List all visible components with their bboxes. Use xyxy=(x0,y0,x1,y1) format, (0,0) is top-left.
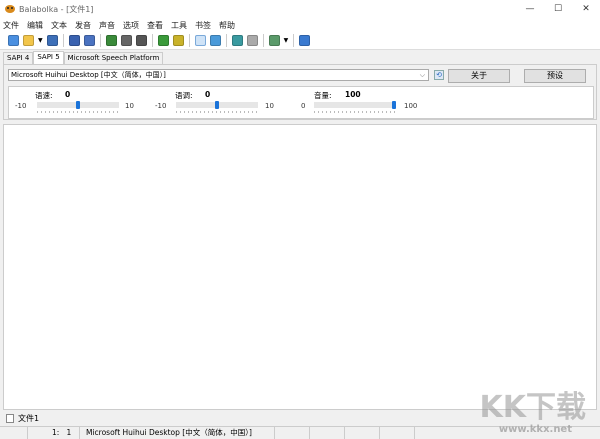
split-icon[interactable] xyxy=(231,35,243,46)
status-voice: Microsoft Huihui Desktop [中文（简体，中国）] xyxy=(80,426,275,439)
title-bar: Balabolka - [文件1] — ☐ ✕ xyxy=(0,0,600,18)
menu-help[interactable]: 帮助 xyxy=(219,20,235,31)
open-icon[interactable] xyxy=(23,35,34,46)
status-cell xyxy=(310,426,345,439)
tab-sapi4[interactable]: SAPI 4 xyxy=(3,52,34,64)
separator xyxy=(151,34,153,47)
status-cell xyxy=(0,426,28,439)
chevron-down-icon: ⌵ xyxy=(419,71,425,79)
cursor-position: 1: 1 xyxy=(28,426,80,439)
app-icon xyxy=(5,5,15,13)
pitch-ticks xyxy=(176,111,258,113)
volume-ticks xyxy=(314,111,396,113)
separator xyxy=(188,34,190,47)
voice-select[interactable]: Microsoft Huihui Desktop [中文（简体，中国）] ⌵ xyxy=(8,69,429,81)
pitch-value: 0 xyxy=(205,90,211,99)
document-tab[interactable]: 文件1 xyxy=(18,413,39,424)
rate-label: 语速: xyxy=(35,91,53,100)
text-view-icon[interactable] xyxy=(194,35,206,46)
status-cell xyxy=(380,426,415,439)
volume-value: 100 xyxy=(345,90,361,99)
close-button[interactable]: ✕ xyxy=(572,0,600,18)
presets-button[interactable]: 预设 xyxy=(524,69,586,83)
pitch-max: 10 xyxy=(265,102,274,110)
read-file-icon[interactable] xyxy=(83,35,95,46)
convert-alt-icon[interactable] xyxy=(172,35,184,46)
pitch-label: 语调: xyxy=(175,91,193,100)
rate-value: 0 xyxy=(65,90,71,99)
menu-file[interactable]: 文件 xyxy=(3,20,19,31)
separator xyxy=(293,34,295,47)
volume-slider[interactable] xyxy=(314,101,396,109)
sliders-panel: 语速: 0 -10 10 语调: 0 -10 10 音量: 100 0 100 xyxy=(8,86,594,119)
rate-slider-thumb[interactable] xyxy=(76,101,80,109)
menu-voice[interactable]: 声音 xyxy=(99,20,115,31)
refresh-icon[interactable]: ⟲ xyxy=(434,70,444,80)
menu-view[interactable]: 查看 xyxy=(147,20,163,31)
text-editor[interactable] xyxy=(3,124,597,410)
open-dropdown-icon[interactable]: ▼ xyxy=(38,37,43,44)
rate-ticks xyxy=(37,111,119,113)
stop-icon[interactable] xyxy=(135,35,147,46)
menu-options[interactable]: 选项 xyxy=(123,20,139,31)
menu-edit[interactable]: 编辑 xyxy=(27,20,43,31)
read-clipboard-icon[interactable] xyxy=(68,35,80,46)
status-cell xyxy=(345,426,380,439)
voice-icon[interactable] xyxy=(268,35,280,46)
rate-max: 10 xyxy=(125,102,134,110)
book-icon[interactable] xyxy=(209,35,221,46)
volume-min: 0 xyxy=(301,102,306,110)
separator xyxy=(262,34,264,47)
pitch-slider-thumb[interactable] xyxy=(215,101,219,109)
new-icon[interactable] xyxy=(8,35,19,46)
about-button[interactable]: 关于 xyxy=(448,69,510,83)
maximize-button[interactable]: ☐ xyxy=(544,0,572,18)
separator xyxy=(225,34,227,47)
menu-bookmarks[interactable]: 书签 xyxy=(195,20,211,31)
rate-slider[interactable] xyxy=(37,101,119,109)
voice-select-value: Microsoft Huihui Desktop [中文（简体，中国）] xyxy=(11,71,166,79)
voice-panel: Microsoft Huihui Desktop [中文（简体，中国）] ⌵ ⟲ … xyxy=(3,64,597,120)
tab-sapi5[interactable]: SAPI 5 xyxy=(33,51,64,64)
save-icon[interactable] xyxy=(46,35,58,46)
toolbar: ▼ ▼ xyxy=(0,32,600,50)
menu-pronunciation[interactable]: 发音 xyxy=(75,20,91,31)
volume-label: 音量: xyxy=(314,91,332,100)
document-icon xyxy=(6,414,14,423)
menu-text[interactable]: 文本 xyxy=(51,20,67,31)
window-title: Balabolka - [文件1] xyxy=(19,4,94,14)
pitch-min: -10 xyxy=(155,102,167,110)
convert-icon[interactable] xyxy=(157,35,169,46)
menu-bar: 文件 编辑 文本 发音 声音 选项 查看 工具 书签 帮助 xyxy=(0,18,600,32)
rate-min: -10 xyxy=(15,102,27,110)
separator xyxy=(62,34,64,47)
status-cell xyxy=(275,426,310,439)
menu-tools[interactable]: 工具 xyxy=(171,20,187,31)
minimize-button[interactable]: — xyxy=(516,0,544,18)
volume-slider-thumb[interactable] xyxy=(392,101,396,109)
pause-icon[interactable] xyxy=(120,35,132,46)
volume-max: 100 xyxy=(404,102,418,110)
tab-speech-platform[interactable]: Microsoft Speech Platform xyxy=(63,52,164,64)
voice-dropdown-icon[interactable]: ▼ xyxy=(284,37,289,44)
help-icon[interactable] xyxy=(299,35,311,46)
engine-tabs: SAPI 4 SAPI 5 Microsoft Speech Platform xyxy=(3,51,164,64)
separator xyxy=(99,34,101,47)
join-icon[interactable] xyxy=(246,35,258,46)
pitch-slider[interactable] xyxy=(176,101,258,109)
play-icon[interactable] xyxy=(105,35,117,46)
watermark-url: www.kkx.net xyxy=(498,424,572,435)
